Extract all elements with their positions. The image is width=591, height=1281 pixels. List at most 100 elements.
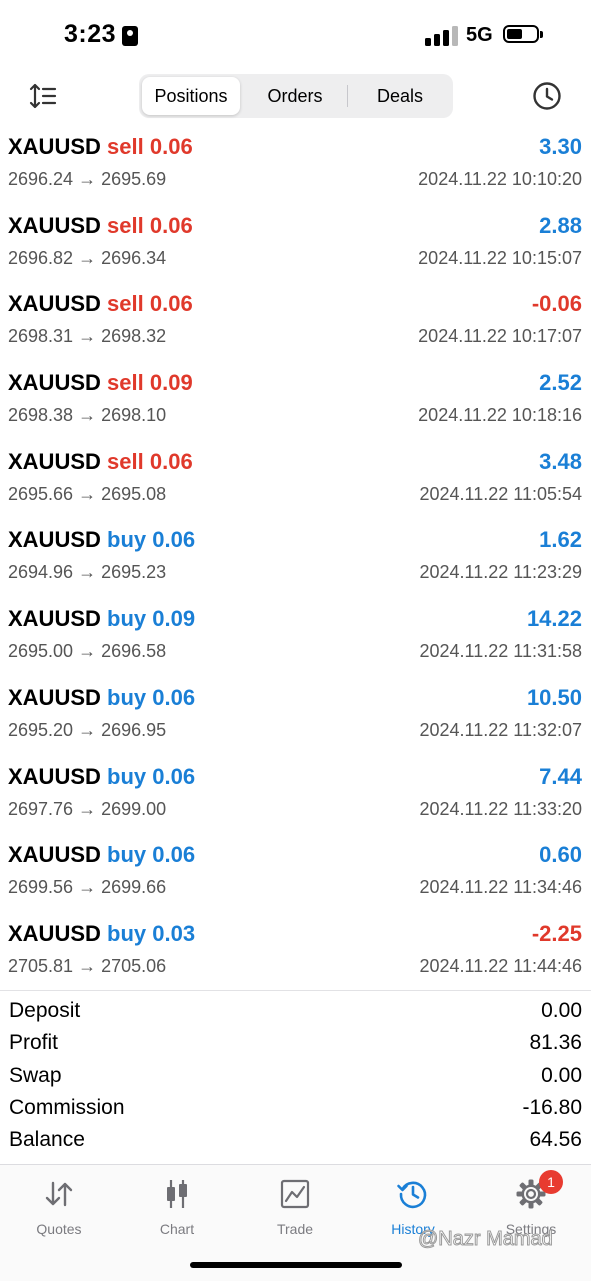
deal-title: XAUUSD sell 0.06 <box>8 449 193 475</box>
deal-title: XAUUSD sell 0.06 <box>8 213 193 239</box>
deal-title: XAUUSD sell 0.09 <box>8 370 193 396</box>
deal-row[interactable]: XAUUSD buy 0.03 -2.25 2705.81 → 2705.06 … <box>0 915 591 994</box>
summary-row-balance: Balance 64.56 <box>0 1120 591 1152</box>
nav-label: Trade <box>276 1221 314 1237</box>
deal-datetime: 2024.11.22 10:15:07 <box>418 247 582 268</box>
deal-datetime: 2024.11.22 11:05:54 <box>419 483 582 504</box>
deal-symbol: XAUUSD <box>8 684 101 710</box>
clock-icon[interactable] <box>531 80 563 112</box>
deal-title: XAUUSD sell 0.06 <box>8 291 193 317</box>
summary-value: 81.36 <box>529 1031 582 1055</box>
deal-prices: 2698.31 → 2698.32 <box>8 326 167 347</box>
summary-label: Profit <box>9 1031 59 1055</box>
nav-chart[interactable]: Chart <box>118 1175 236 1245</box>
sort-icon[interactable] <box>28 80 60 112</box>
deal-title: XAUUSD buy 0.03 <box>8 921 195 947</box>
deal-profit: -0.06 <box>531 291 582 317</box>
history-segmented-control: Positions Orders Deals <box>139 74 453 118</box>
deal-datetime: 2024.11.22 10:17:07 <box>418 326 582 347</box>
account-summary: Deposit 0.00 Profit 81.36 Swap 0.00 Comm… <box>0 990 591 1152</box>
home-indicator[interactable] <box>190 1262 402 1268</box>
summary-label: Balance <box>9 1128 85 1152</box>
deal-side: sell 0.06 <box>107 134 193 159</box>
deal-title: XAUUSD buy 0.06 <box>8 527 195 553</box>
deal-row[interactable]: XAUUSD sell 0.06 -0.06 2698.31 → 2698.32… <box>0 285 591 364</box>
summary-row-profit: Profit 81.36 <box>0 1023 591 1055</box>
deal-profit: 7.44 <box>539 763 582 789</box>
deal-profit: 0.60 <box>539 842 582 868</box>
deal-title: XAUUSD buy 0.06 <box>8 685 195 711</box>
summary-row-commission: Commission -16.80 <box>0 1088 591 1120</box>
deal-side: sell 0.09 <box>107 370 193 396</box>
deal-prices: 2695.66 → 2695.08 <box>8 483 167 504</box>
deal-title: XAUUSD buy 0.09 <box>8 606 195 632</box>
deal-profit: 3.48 <box>539 448 582 474</box>
deal-symbol: XAUUSD <box>8 291 101 317</box>
nav-trade[interactable]: Trade <box>236 1175 354 1245</box>
deal-row[interactable]: XAUUSD sell 0.09 2.52 2698.38 → 2698.10 … <box>0 364 591 443</box>
deal-row[interactable]: XAUUSD buy 0.06 1.62 2694.96 → 2695.23 2… <box>0 521 591 600</box>
deal-profit: 1.62 <box>539 527 582 553</box>
deal-side: sell 0.06 <box>107 448 193 474</box>
deal-symbol: XAUUSD <box>8 920 101 946</box>
cellular-signal-icon <box>425 24 458 46</box>
deal-row[interactable]: XAUUSD sell 0.06 3.48 2695.66 → 2695.08 … <box>0 443 591 522</box>
deal-side: buy 0.06 <box>107 763 196 789</box>
deal-symbol: XAUUSD <box>8 606 101 632</box>
tab-deals[interactable]: Deals <box>349 77 451 115</box>
deal-title: XAUUSD sell 0.06 <box>8 134 193 160</box>
deal-symbol: XAUUSD <box>8 134 101 159</box>
deal-prices: 2695.00 → 2696.58 <box>8 641 167 662</box>
id-card-icon <box>122 26 138 46</box>
deal-symbol: XAUUSD <box>8 212 101 238</box>
deal-symbol: XAUUSD <box>8 527 101 553</box>
settings-notification-badge: 1 <box>539 1170 563 1194</box>
deal-datetime: 2024.11.22 11:31:58 <box>419 641 582 662</box>
summary-row-swap: Swap 0.00 <box>0 1056 591 1088</box>
deal-row[interactable]: XAUUSD buy 0.06 10.50 2695.20 → 2696.95 … <box>0 679 591 758</box>
deal-profit: -2.25 <box>531 920 582 946</box>
deal-symbol: XAUUSD <box>8 370 101 396</box>
nav-label: Quotes <box>36 1221 82 1237</box>
deal-prices: 2696.82 → 2696.34 <box>8 247 167 268</box>
network-type: 5G <box>466 24 493 46</box>
deal-side: sell 0.06 <box>107 212 193 238</box>
watermark-text: @Nazr Mamad <box>418 1228 554 1251</box>
deal-datetime: 2024.11.22 11:34:46 <box>419 877 582 898</box>
tab-positions[interactable]: Positions <box>142 77 240 115</box>
trade-chart-icon <box>280 1179 310 1209</box>
history-icon <box>397 1181 427 1209</box>
deal-title: XAUUSD buy 0.06 <box>8 764 195 790</box>
deal-prices: 2694.96 → 2695.23 <box>8 562 167 583</box>
deal-datetime: 2024.11.22 11:44:46 <box>419 955 582 976</box>
deal-row[interactable]: XAUUSD sell 0.06 2.88 2696.82 → 2696.34 … <box>0 207 591 286</box>
deal-row[interactable]: XAUUSD buy 0.09 14.22 2695.00 → 2696.58 … <box>0 600 591 679</box>
summary-label: Swap <box>9 1063 62 1087</box>
deal-datetime: 2024.11.22 10:10:20 <box>418 169 582 189</box>
quotes-arrows-icon <box>45 1181 73 1207</box>
deal-profit: 10.50 <box>526 684 582 710</box>
summary-value: 0.00 <box>541 999 582 1022</box>
summary-value: -16.80 <box>522 1095 582 1119</box>
deal-prices: 2695.20 → 2696.95 <box>8 719 167 740</box>
deal-side: buy 0.06 <box>107 684 196 710</box>
deal-symbol: XAUUSD <box>8 763 101 789</box>
deal-prices: 2698.38 → 2698.10 <box>8 405 167 426</box>
deal-side: buy 0.06 <box>107 842 196 868</box>
deal-profit: 2.88 <box>539 212 582 238</box>
deal-row[interactable]: XAUUSD buy 0.06 7.44 2697.76 → 2699.00 2… <box>0 758 591 837</box>
deal-row[interactable]: XAUUSD buy 0.06 0.60 2699.56 → 2699.66 2… <box>0 836 591 915</box>
summary-label: Deposit <box>9 999 81 1022</box>
deal-row[interactable]: XAUUSD sell 0.06 3.30 2696.24 → 2695.69 … <box>0 128 591 207</box>
battery-icon <box>503 25 543 43</box>
status-bar: 3:23 5G <box>0 0 591 70</box>
summary-row-deposit: Deposit 0.00 <box>0 991 591 1023</box>
deal-side: sell 0.06 <box>107 291 193 317</box>
deal-side: buy 0.09 <box>107 606 196 632</box>
deal-datetime: 2024.11.22 11:33:20 <box>419 798 582 819</box>
deal-prices: 2697.76 → 2699.00 <box>8 798 167 819</box>
deal-datetime: 2024.11.22 11:32:07 <box>419 719 582 740</box>
tab-orders[interactable]: Orders <box>244 77 346 115</box>
nav-quotes[interactable]: Quotes <box>0 1175 118 1245</box>
deal-symbol: XAUUSD <box>8 842 101 868</box>
